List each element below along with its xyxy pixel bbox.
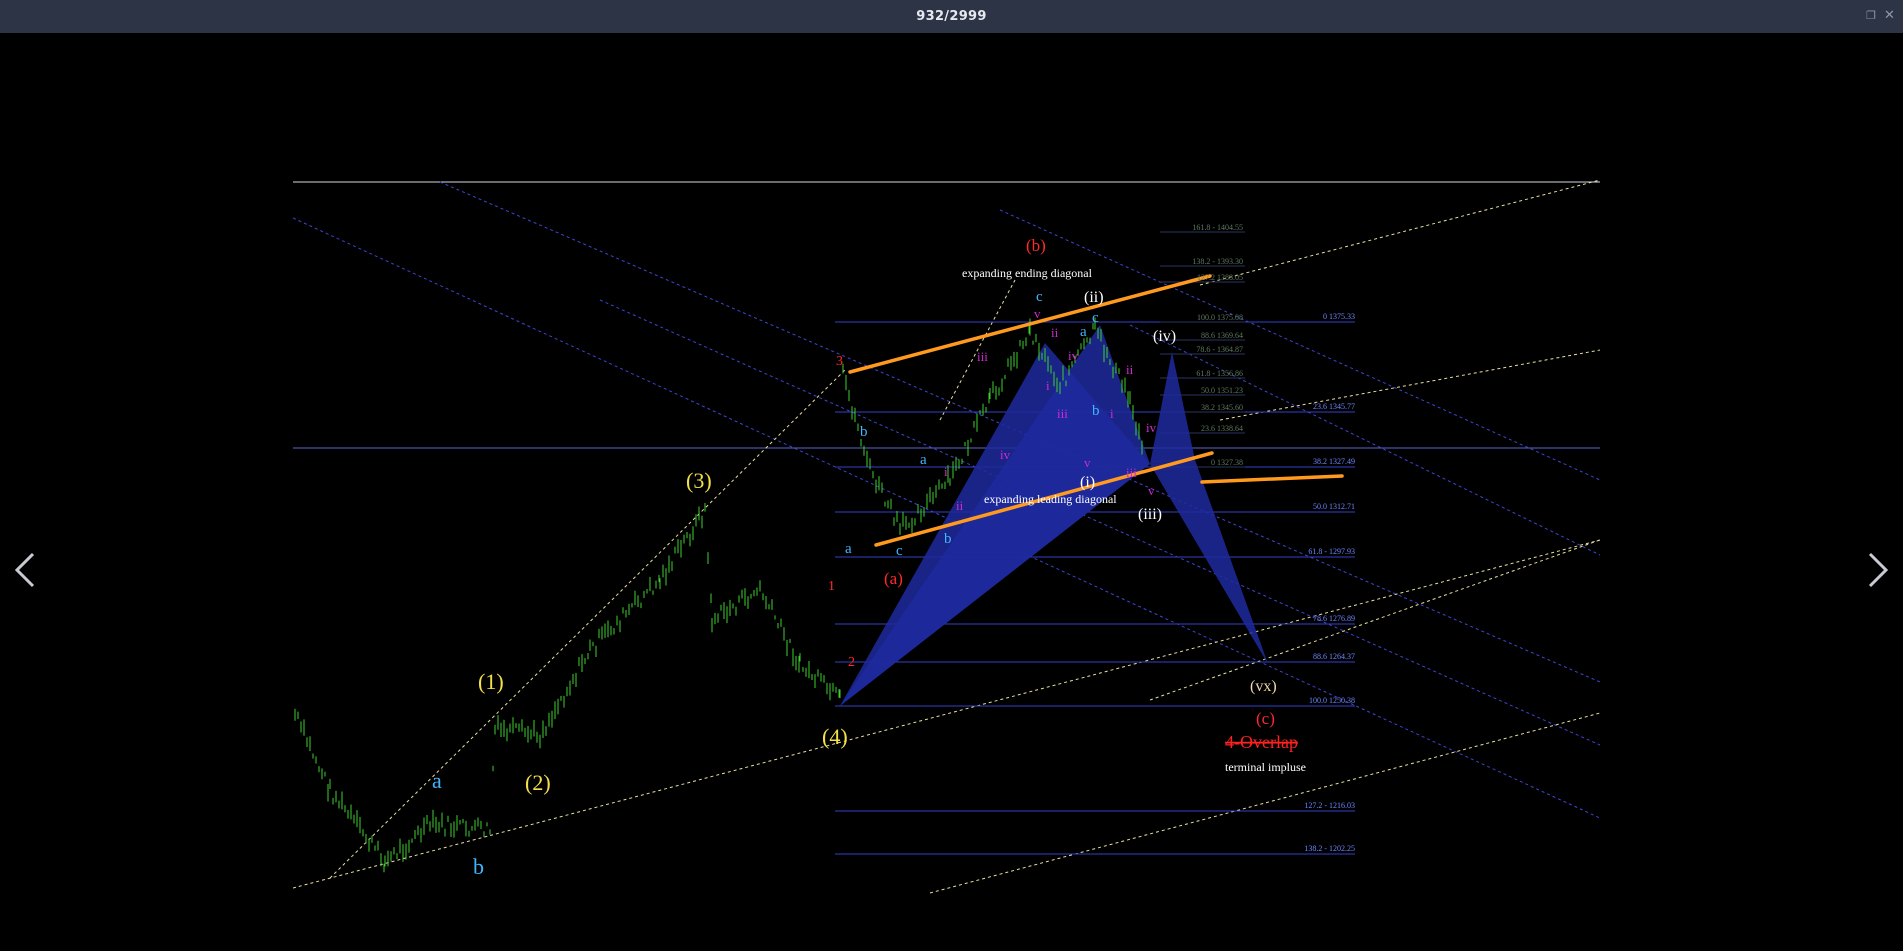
wave-sub-a2: a	[920, 452, 927, 468]
sub-iv1: iv	[1000, 447, 1011, 462]
sub-i2: i	[1046, 378, 1050, 393]
fib-right-8: 127.2 - 1216.03	[1304, 801, 1355, 810]
fib-right-6: 88.6 1264.37	[1313, 652, 1355, 661]
sub-iii1: iii	[977, 349, 988, 364]
wave-sub-b1: b	[860, 424, 868, 440]
fib-small-0: 161.8 - 1404.55	[1192, 223, 1243, 232]
chevron-left-icon[interactable]	[5, 546, 45, 594]
fib-small-3: 100.0 1375.08	[1197, 313, 1243, 322]
fib-labels-small: 161.8 - 1404.55 138.2 - 1393.30 127.2 13…	[1192, 223, 1243, 467]
image-counter-title: 932/2999	[916, 9, 987, 24]
wave-sub-b3: b	[1092, 403, 1100, 419]
sub-v3: v	[1148, 483, 1155, 498]
wave-red-c: (c)	[1256, 709, 1275, 728]
sub-ii2: ii	[1051, 325, 1059, 340]
sub-ii1: ii	[956, 498, 964, 513]
low-abc-labels: a b	[432, 768, 484, 879]
wave-red-3: 3	[836, 354, 843, 369]
wave-red-a: (a)	[884, 569, 903, 588]
fib-small-1: 138.2 - 1393.30	[1192, 257, 1243, 266]
wave-sub-a1: a	[845, 541, 852, 557]
wave-sub-a3: a	[1080, 324, 1087, 340]
fib-right-7: 100.0 1250.38	[1309, 696, 1355, 705]
wave-sub-c3: c	[1092, 310, 1099, 326]
wave-label-2: (2)	[525, 770, 551, 795]
fib-small-10: 0 1327.38	[1211, 458, 1243, 467]
close-icon[interactable]: ✕	[1884, 7, 1895, 23]
sub-v2: v	[1084, 455, 1091, 470]
fib-small-8: 38.2 1345.60	[1201, 403, 1243, 412]
sub-i3: i	[1110, 406, 1114, 421]
fib-small-9: 23.6 1338.64	[1201, 424, 1243, 433]
minor-iii: (iii)	[1138, 506, 1162, 523]
wave-red-2: 2	[848, 655, 855, 670]
fib-right-3: 50.0 1312.71	[1313, 502, 1355, 511]
fib-small-4: 88.6 1369.64	[1201, 331, 1243, 340]
minor-i: (i)	[1080, 474, 1095, 491]
fib-right-4: 61.8 - 1297.93	[1308, 547, 1355, 556]
fib-right-1: 23.6 1345.77	[1313, 402, 1355, 411]
fib-small-5: 78.6 - 1364.87	[1196, 345, 1243, 354]
primary-wave-labels: (1) (2) (3) (4)	[478, 468, 848, 795]
fib-small-7: 50.0 1351.23	[1201, 386, 1243, 395]
wave-red-1: 1	[828, 579, 835, 594]
sub-i1: i	[944, 464, 948, 479]
expanding-ending-label: expanding ending diagonal	[962, 266, 1093, 280]
sub-ii3: ii	[1126, 362, 1134, 377]
sub-v1: v	[1034, 306, 1041, 321]
sub-iv2: iv	[1068, 348, 1079, 363]
fib-right-5: 78.6 1276.89	[1313, 614, 1355, 623]
blue-channel-lines	[293, 181, 1601, 819]
wave-label-b-low: b	[473, 854, 484, 879]
minor-ii: (ii)	[1084, 289, 1104, 306]
overlap-label: 4-Overlap	[1225, 732, 1298, 752]
wave-sub-c1: c	[896, 543, 903, 559]
fib-small-6: 61.8 - 1356.86	[1196, 369, 1243, 378]
expanding-leading-label: expanding leading diagonal	[984, 492, 1117, 506]
wave-label-a-low: a	[432, 768, 442, 793]
minor-iv: (iv)	[1153, 328, 1176, 345]
wave-label-4: (4)	[822, 724, 848, 749]
fib-small-2: 127.2 1388.05	[1197, 273, 1243, 282]
fib-right-9: 138.2 - 1202.25	[1304, 844, 1355, 853]
wave-label-3: (3)	[686, 468, 712, 493]
wave-sub-b2: b	[944, 531, 952, 547]
wave-sub-c2: c	[1036, 289, 1043, 305]
wave-label-1: (1)	[478, 669, 504, 694]
window-titlebar: 932/2999 ❐ ✕	[0, 0, 1903, 33]
sub-iv3: iv	[1146, 420, 1157, 435]
sub-iii2: iii	[1057, 406, 1068, 421]
fib-labels-right: 0 1375.33 23.6 1345.77 38.2 1327.49 50.0…	[1304, 312, 1355, 853]
wave-red-b: (b)	[1026, 236, 1046, 255]
terminal-label: terminal impluse	[1225, 760, 1306, 774]
window-restore-icon[interactable]: ❐	[1866, 9, 1876, 22]
chevron-right-icon[interactable]	[1858, 546, 1898, 594]
elliott-wave-chart: (1) (2) (3) (4) a b 1 2 3 (a) (b) (c) a …	[293, 179, 1601, 894]
fib-right-2: 38.2 1327.49	[1313, 457, 1355, 466]
fib-right-0: 0 1375.33	[1323, 312, 1355, 321]
sub-iii3: iii	[1126, 465, 1137, 480]
minor-vx: (vx)	[1250, 678, 1277, 695]
